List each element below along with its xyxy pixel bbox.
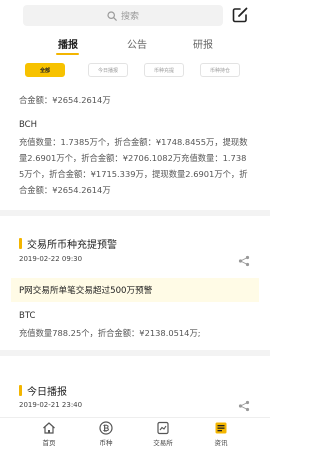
coin-name: BCH (19, 120, 38, 130)
alert-banner[interactable]: P网交易所单笔交易超过500万预警 (11, 278, 259, 302)
nav-label: 首页 (42, 439, 56, 447)
filter-deposit-withdraw[interactable]: 币种充提 (144, 63, 184, 77)
exchange-icon (157, 421, 169, 435)
main-tabs: 播报 公告 研报 (0, 33, 270, 57)
news-title-text: 交易所币种充提预警 (27, 240, 117, 251)
tab-announcement[interactable]: 公告 (127, 36, 147, 51)
news-icon (215, 422, 227, 434)
nav-home[interactable]: 首页 (27, 421, 71, 447)
filter-holdings[interactable]: 币种持仓 (200, 63, 240, 77)
search-input[interactable]: 搜索 (23, 5, 223, 26)
news-title[interactable]: 今日播报 (19, 383, 67, 398)
alert-text: P网交易所单笔交易超过500万预警 (19, 286, 153, 296)
search-placeholder: 搜索 (120, 12, 139, 22)
share-icon[interactable] (238, 400, 250, 412)
top-bar: 搜索 (0, 0, 270, 32)
nav-label: 交易所 (153, 439, 173, 447)
nav-exchange[interactable]: 交易所 (141, 421, 185, 447)
feed-text-line: 充值数量：1.7385万个，折合金额：¥1748.8455万，提现数 (19, 137, 248, 147)
feed-text-line: 合金额：¥2654.2614万 (19, 185, 111, 195)
news-feed: 合金额：¥2654.2614万 BCH 充值数量：1.7385万个，折合金额：¥… (0, 85, 270, 415)
news-date: 2019-02-21 23:40 (19, 401, 83, 409)
tab-broadcast[interactable]: 播报 (58, 36, 78, 51)
filter-today[interactable]: 今日播报 (88, 63, 128, 77)
edit-icon[interactable] (231, 6, 249, 24)
news-date: 2019-02-22 09:30 (19, 255, 83, 263)
nav-label: 币种 (99, 439, 113, 447)
home-icon (43, 422, 55, 434)
feed-text-line: 充值数量788.25个，折合金额：¥2138.0514万; (19, 328, 201, 338)
feed-text-line: 合金额：¥2654.2614万 (19, 95, 111, 105)
tab-research[interactable]: 研报 (193, 36, 213, 51)
filter-bar: 全部 今日播报 币种充提 币种持仓 (0, 63, 270, 81)
nav-news[interactable]: 资讯 (199, 421, 243, 447)
news-title[interactable]: 交易所币种充提预警 (19, 236, 117, 251)
nav-label: 资讯 (214, 439, 228, 447)
filter-all[interactable]: 全部 (25, 63, 65, 77)
coin-name: BTC (19, 311, 36, 321)
search-icon (107, 10, 117, 21)
tab-active-indicator (56, 53, 79, 55)
feed-text-line: 5万个，折合金额：¥1715.339万，提现数量2.6901万个，折 (19, 169, 248, 179)
nav-coins[interactable]: ₿ 币种 (84, 421, 128, 447)
section-divider (0, 210, 270, 216)
news-title-text: 今日播报 (27, 387, 67, 398)
bitcoin-icon: ₿ (99, 421, 113, 435)
share-icon[interactable] (238, 255, 250, 267)
svg-text:₿: ₿ (103, 424, 110, 433)
feed-text-line: 量2.6901万个，折合金额：¥2706.1082万充值数量：1.738 (19, 153, 247, 163)
bottom-nav: 首页 ₿ 币种 交易所 资讯 (0, 417, 270, 450)
section-divider (0, 350, 270, 356)
